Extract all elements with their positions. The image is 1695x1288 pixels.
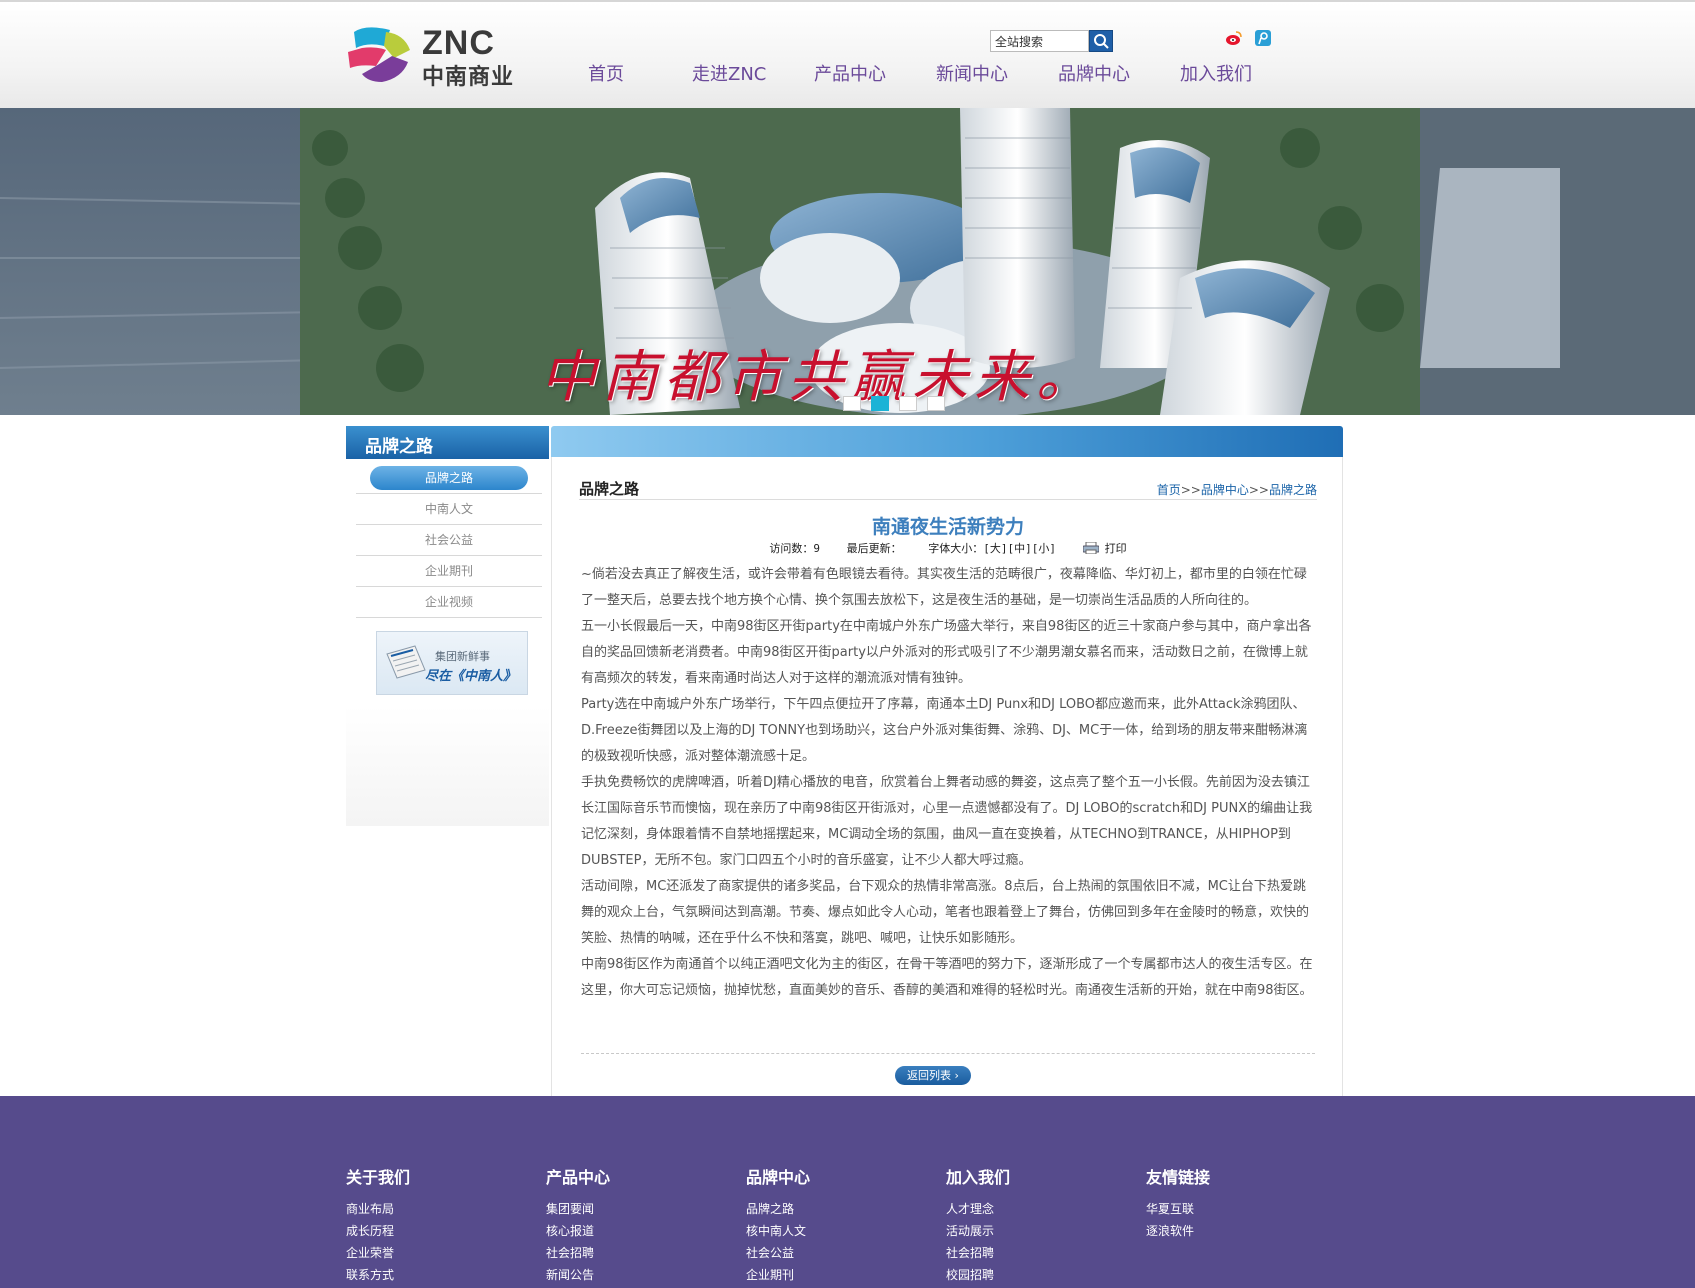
article-paragraph: 活动间隙，MC还派发了商家提供的诸多奖品，台下观众的热情非常高涨。8点后，台上热… [581, 879, 1310, 946]
footer-link[interactable]: 活动展示 [946, 1220, 1116, 1242]
newspaper-icon [386, 645, 426, 679]
footer-col-title: 友情链接 [1146, 1168, 1211, 1187]
logo-mark-icon [348, 27, 410, 82]
slide-dot[interactable] [843, 396, 861, 411]
breadcrumb-home[interactable]: 首页 [1157, 483, 1181, 497]
search-icon [1094, 34, 1109, 49]
footer-link[interactable]: 企业荣誉 [346, 1242, 516, 1264]
site-footer: 关于我们 商业布局 成长历程 企业荣誉 联系方式 产品中心 集团要闻 核心报道 … [0, 1096, 1695, 1288]
article-divider [581, 1053, 1315, 1054]
updated-label: 最后更新： [846, 542, 902, 555]
nav-item-about[interactable]: 走进ZNC [692, 60, 766, 86]
print-label: 打印 [1104, 542, 1127, 555]
logo-cn-text: 中南商业 [422, 64, 515, 89]
tencent-weibo-icon[interactable] [1254, 29, 1272, 47]
main-content: 品牌之路 首页>>品牌中心>>品牌之路 南通夜生活新势力 访问数：9 最后更新：… [551, 426, 1343, 1097]
footer-link[interactable]: 社会公益 [746, 1242, 916, 1264]
views-label: 访问数： [769, 542, 814, 555]
footer-col-join: 加入我们 人才理念 活动展示 社会招聘 校园招聘 [946, 1164, 1116, 1286]
site-header: ZNC 中南商业 首页 走进ZNC 产品中心 新闻中心 品牌中心 加入我们 [0, 0, 1695, 108]
footer-link[interactable]: 校园招聘 [946, 1264, 1116, 1286]
footer-link[interactable]: 华夏互联 [1146, 1198, 1316, 1220]
banner-pagination [843, 396, 948, 412]
logo-text: ZNC [422, 24, 495, 62]
nav-item-join[interactable]: 加入我们 [1180, 60, 1252, 86]
font-small-button[interactable]: [小] [1032, 542, 1056, 555]
footer-col-links: 友情链接 华夏互联 逐浪软件 [1146, 1164, 1316, 1242]
font-size-control: 字体大小：[大][中][小] [928, 542, 1056, 555]
footer-link[interactable]: 集团要闻 [546, 1198, 716, 1220]
nav-item-home[interactable]: 首页 [588, 60, 624, 86]
views-count: 9 [813, 542, 820, 555]
content-title-row: 品牌之路 首页>>品牌中心>>品牌之路 [579, 470, 1317, 500]
search-button[interactable] [1089, 30, 1113, 52]
footer-col-title: 品牌中心 [746, 1168, 811, 1187]
news-promo-line1: 集团新鲜事 [435, 650, 490, 663]
site-logo[interactable]: ZNC 中南商业 [346, 24, 521, 89]
views-meta: 访问数：9 [769, 542, 820, 555]
footer-col-title: 产品中心 [546, 1168, 611, 1187]
font-mid-button[interactable]: [中] [1008, 542, 1032, 555]
article-paragraph: ~倘若没去真正了解夜生活，或许会带着有色眼镜去看待。其实夜生活的范畴很广，夜幕降… [581, 567, 1307, 608]
font-large-button[interactable]: [大] [983, 542, 1007, 555]
weibo-icon[interactable] [1225, 29, 1243, 47]
footer-col-about: 关于我们 商业布局 成长历程 企业荣誉 联系方式 [346, 1164, 516, 1286]
article-paragraph: 中南98街区作为南通首个以纯正酒吧文化为主的街区，在骨干等酒吧的努力下，逐渐形成… [581, 957, 1313, 998]
footer-col-products: 产品中心 集团要闻 核心报道 社会招聘 新闻公告 [546, 1164, 716, 1286]
sidebar-item-journal[interactable]: 企业期刊 [356, 556, 542, 587]
nav-item-brand[interactable]: 品牌中心 [1058, 60, 1130, 86]
breadcrumb-brand[interactable]: 品牌中心 [1201, 483, 1249, 497]
sidebar-item-charity[interactable]: 社会公益 [356, 525, 542, 556]
article-paragraph: 五一小长假最后一天，中南98街区开街party在中南城户外东广场盛大举行，来自9… [581, 619, 1312, 686]
banner-slogan: 中南都市共赢未来。 [540, 345, 1098, 410]
nav-item-products[interactable]: 产品中心 [814, 60, 886, 86]
sidebar-menu: 品牌之路 中南人文 社会公益 企业期刊 企业视频 [356, 463, 542, 618]
footer-link[interactable]: 成长历程 [346, 1220, 516, 1242]
printer-icon [1082, 542, 1099, 554]
sidebar-item-video[interactable]: 企业视频 [356, 587, 542, 618]
slide-dot[interactable] [899, 396, 917, 411]
site-search [990, 30, 1113, 52]
news-promo-line2: 尽在《中南人》 [425, 669, 517, 684]
sidebar-item-culture[interactable]: 中南人文 [356, 494, 542, 525]
sidebar-title: 品牌之路 [346, 426, 551, 459]
footer-link[interactable]: 核心报道 [546, 1220, 716, 1242]
footer-link[interactable]: 人才理念 [946, 1198, 1116, 1220]
breadcrumb-separator: >> [1180, 483, 1201, 497]
article-body: ~倘若没去真正了解夜生活，或许会带着有色眼镜去看待。其实夜生活的范畴很广，夜幕降… [581, 562, 1315, 1004]
footer-col-title: 加入我们 [946, 1168, 1011, 1187]
article-paragraph: Party选在中南城户外东广场举行，下午四点便拉开了序幕，南通本土DJ Punx… [581, 697, 1308, 764]
footer-link[interactable]: 新闻公告 [546, 1264, 716, 1286]
footer-link[interactable]: 商业布局 [346, 1198, 516, 1220]
breadcrumb-current[interactable]: 品牌之路 [1269, 483, 1317, 497]
back-to-list-button[interactable]: 返回列表 › [895, 1066, 971, 1085]
footer-link[interactable]: 核中南人文 [746, 1220, 916, 1242]
slide-dot-active[interactable] [871, 396, 889, 411]
article-meta: 访问数：9 最后更新： 字体大小：[大][中][小] 打印 [579, 540, 1317, 556]
print-button[interactable]: 打印 [1082, 542, 1127, 555]
back-label: 返回列表 [907, 1069, 952, 1082]
footer-link[interactable]: 品牌之路 [746, 1198, 916, 1220]
sidebar-item-brand-road[interactable]: 品牌之路 [356, 463, 542, 494]
sidebar: 品牌之路 品牌之路 中南人文 社会公益 企业期刊 企业视频 集团新鲜事 尽在《中… [346, 426, 551, 826]
section-title: 品牌之路 [579, 480, 640, 498]
search-input[interactable] [990, 30, 1089, 52]
footer-link[interactable]: 社会招聘 [546, 1242, 716, 1264]
breadcrumb-separator: >> [1248, 483, 1269, 497]
footer-col-brand: 品牌中心 品牌之路 核中南人文 社会公益 企业期刊 [746, 1164, 916, 1286]
footer-link[interactable]: 企业期刊 [746, 1264, 916, 1286]
slide-dot[interactable] [927, 396, 945, 411]
footer-link[interactable]: 社会招聘 [946, 1242, 1116, 1264]
sidebar-item-label: 品牌之路 [370, 466, 528, 490]
article-title: 南通夜生活新势力 [871, 516, 1024, 538]
footer-link[interactable]: 逐浪软件 [1146, 1220, 1316, 1242]
footer-col-title: 关于我们 [346, 1168, 411, 1187]
nav-item-news[interactable]: 新闻中心 [936, 60, 1008, 86]
article-paragraph: 手执免费畅饮的虎牌啤酒，听着DJ精心播放的电音，欣赏着台上舞者动感的舞姿，这点亮… [581, 775, 1313, 868]
news-promo-banner[interactable]: 集团新鲜事 尽在《中南人》 [376, 631, 528, 695]
font-size-label: 字体大小： [928, 542, 984, 555]
breadcrumb: 首页>>品牌中心>>品牌之路 [1157, 481, 1317, 498]
content-header-bar [551, 426, 1343, 457]
footer-link[interactable]: 联系方式 [346, 1264, 516, 1286]
